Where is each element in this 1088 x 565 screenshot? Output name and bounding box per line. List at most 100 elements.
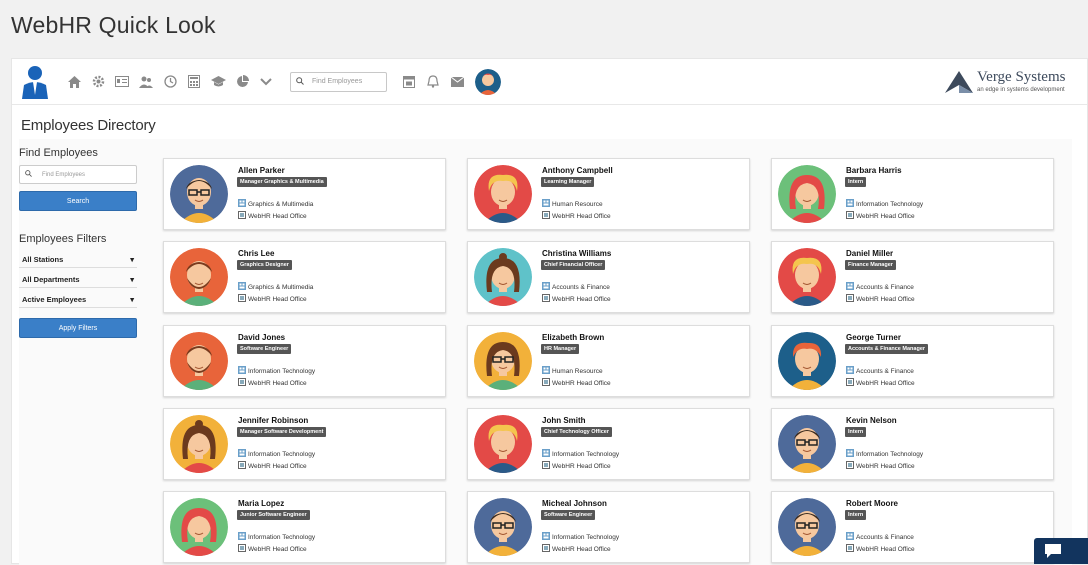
department-icon: [542, 366, 552, 376]
department-label: Accounts & Finance: [856, 283, 914, 291]
employee-avatar[interactable]: [474, 415, 532, 473]
department-icon: [542, 199, 552, 209]
home-icon[interactable]: [66, 74, 82, 90]
employee-avatar[interactable]: [778, 248, 836, 306]
employee-name[interactable]: Jennifer Robinson: [238, 416, 308, 425]
employee-card[interactable]: George Turner Accounts & Finance Manager A…: [771, 325, 1054, 397]
employee-card[interactable]: Anthony Campbell Learning Manager Human Re…: [467, 158, 750, 230]
employee-avatar[interactable]: [474, 332, 532, 390]
employee-name[interactable]: Daniel Miller: [846, 249, 893, 258]
calendar-icon[interactable]: [401, 74, 417, 90]
employee-name[interactable]: Allen Parker: [238, 166, 285, 175]
employee-card[interactable]: Jennifer Robinson Manager Software Develo…: [163, 408, 446, 480]
employee-avatar[interactable]: [474, 248, 532, 306]
employee-office: WebHR Head Office: [846, 544, 915, 554]
employee-department: Accounts & Finance: [542, 282, 610, 292]
employees-filters-heading: Employees Filters: [19, 233, 107, 245]
employee-name[interactable]: Kevin Nelson: [846, 416, 897, 425]
employee-office: WebHR Head Office: [238, 461, 307, 471]
nav-search-input[interactable]: Find Employees: [290, 71, 387, 92]
employee-role-badge: Accounts & Finance Manager: [845, 344, 929, 354]
graduation-cap-icon[interactable]: [210, 74, 226, 90]
employee-card[interactable]: Daniel Miller Finance Manager Accounts & F…: [771, 241, 1054, 313]
office-icon: [542, 294, 552, 304]
employee-card[interactable]: Barbara Harris Intern Information Technolo…: [771, 158, 1054, 230]
apply-filters-button[interactable]: Apply Filters: [19, 318, 137, 338]
station-filter-select[interactable]: All Stations ▾: [19, 251, 137, 268]
id-card-icon[interactable]: [114, 74, 130, 90]
department-icon: [238, 532, 248, 542]
employee-avatar[interactable]: [170, 332, 228, 390]
employee-office: WebHR Head Office: [542, 461, 611, 471]
status-filter-select[interactable]: Active Employees ▾: [19, 291, 137, 308]
employee-avatar[interactable]: [778, 498, 836, 556]
verge-logo-icon: [945, 71, 973, 93]
employee-card[interactable]: John Smith Chief Technology Officer Inform…: [467, 408, 750, 480]
employee-name[interactable]: Barbara Harris: [846, 166, 902, 175]
nav-search-placeholder: Find Employees: [312, 78, 363, 85]
employee-name[interactable]: Robert Moore: [846, 499, 898, 508]
employee-card[interactable]: Robert Moore Intern Accounts & Finance WebH…: [771, 491, 1054, 563]
calculator-icon[interactable]: [186, 74, 202, 90]
employee-card[interactable]: David Jones Software Engineer Information …: [163, 325, 446, 397]
office-label: WebHR Head Office: [248, 462, 307, 470]
employee-name[interactable]: David Jones: [238, 333, 285, 342]
office-icon: [542, 544, 552, 554]
employee-avatar[interactable]: [778, 165, 836, 223]
employee-department: Graphics & Multimedia: [238, 282, 313, 292]
office-icon: [846, 461, 856, 471]
pie-chart-icon[interactable]: [234, 74, 250, 90]
employee-avatar[interactable]: [474, 165, 532, 223]
employee-card[interactable]: Kevin Nelson Intern Information Technology…: [771, 408, 1054, 480]
mail-icon[interactable]: [449, 74, 465, 90]
employee-avatar[interactable]: [778, 415, 836, 473]
clock-icon[interactable]: [162, 74, 178, 90]
employee-name[interactable]: Micheal Johnson: [542, 499, 607, 508]
page-title: Employees Directory: [21, 117, 156, 134]
department-icon: [846, 366, 856, 376]
office-label: WebHR Head Office: [248, 545, 307, 553]
department-icon: [846, 282, 856, 292]
employee-name[interactable]: George Turner: [846, 333, 901, 342]
office-label: WebHR Head Office: [552, 212, 611, 220]
employee-card[interactable]: Maria Lopez Junior Software Engineer Infor…: [163, 491, 446, 563]
employee-name[interactable]: Elizabeth Brown: [542, 333, 604, 342]
department-label: Information Technology: [856, 200, 924, 208]
employee-avatar[interactable]: [170, 165, 228, 223]
employee-avatar[interactable]: [170, 415, 228, 473]
gear-icon[interactable]: [90, 74, 106, 90]
employee-avatar[interactable]: [778, 332, 836, 390]
employee-name[interactable]: Maria Lopez: [238, 499, 284, 508]
employee-card[interactable]: Allen Parker Manager Graphics & Multimedi…: [163, 158, 446, 230]
employee-card[interactable]: Christina Williams Chief Financial Office…: [467, 241, 750, 313]
employee-role-badge: Software Engineer: [237, 344, 292, 354]
employee-department: Information Technology: [238, 449, 315, 459]
chevron-down-icon[interactable]: [258, 74, 274, 90]
employee-card[interactable]: Micheal Johnson Software Engineer Informat…: [467, 491, 750, 563]
department-label: Graphics & Multimedia: [248, 283, 314, 291]
employee-office: WebHR Head Office: [542, 211, 611, 221]
bell-icon[interactable]: [425, 74, 441, 90]
users-icon[interactable]: [138, 74, 154, 90]
employee-name[interactable]: Chris Lee: [238, 249, 274, 258]
employee-role-badge: Chief Financial Officer: [541, 260, 606, 270]
employee-department: Accounts & Finance: [846, 282, 914, 292]
find-employees-placeholder: Find Employees: [42, 171, 86, 178]
employee-role-badge: Intern: [845, 177, 867, 187]
find-employees-input[interactable]: Find Employees: [19, 165, 137, 184]
department-icon: [542, 282, 552, 292]
employee-name[interactable]: Christina Williams: [542, 249, 611, 258]
employee-avatar[interactable]: [474, 498, 532, 556]
employee-card[interactable]: Chris Lee Graphics Designer Graphics & Mul…: [163, 241, 446, 313]
employee-name[interactable]: Anthony Campbell: [542, 166, 613, 175]
employee-avatar[interactable]: [170, 248, 228, 306]
employee-avatar[interactable]: [170, 498, 228, 556]
user-avatar[interactable]: [475, 68, 501, 95]
chat-widget-button[interactable]: [1034, 538, 1088, 564]
webhr-logo-icon[interactable]: [20, 65, 50, 99]
employee-name[interactable]: John Smith: [542, 416, 586, 425]
search-button[interactable]: Search: [19, 191, 137, 211]
department-filter-select[interactable]: All Departments ▾: [19, 271, 137, 288]
employee-role-badge: Learning Manager: [541, 177, 595, 187]
employee-card[interactable]: Elizabeth Brown HR Manager Human Resource W…: [467, 325, 750, 397]
